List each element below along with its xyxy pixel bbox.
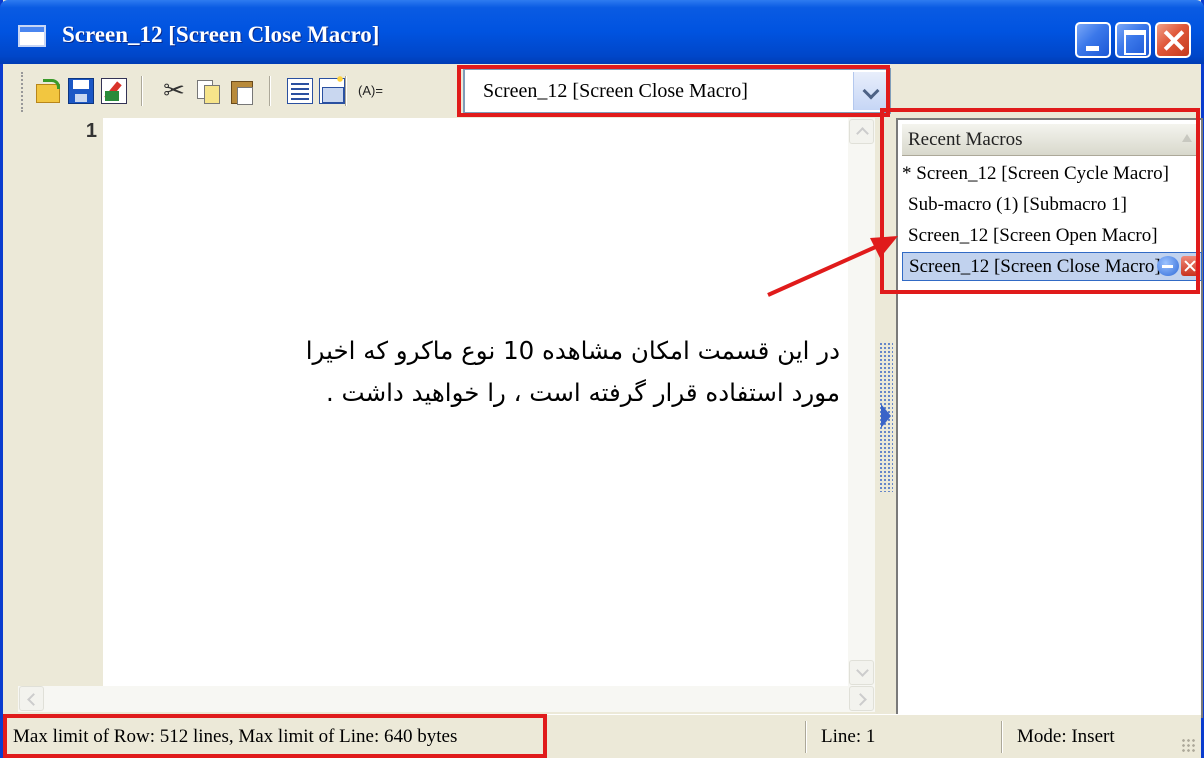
close-button[interactable] bbox=[1155, 22, 1191, 58]
annotation-text: در این قسمت امکان مشاهده 10 نوع ماکرو که… bbox=[170, 330, 840, 414]
properties-icon[interactable] bbox=[319, 73, 346, 104]
maximize-button[interactable] bbox=[1115, 22, 1151, 58]
status-separator bbox=[805, 721, 807, 753]
open-icon[interactable] bbox=[35, 78, 61, 104]
highlight-recent-macros bbox=[880, 108, 1200, 294]
resize-grip-icon[interactable] bbox=[1181, 738, 1197, 754]
copy-icon[interactable] bbox=[195, 78, 221, 104]
status-mode: Mode: Insert bbox=[1017, 726, 1115, 747]
minimize-button[interactable] bbox=[1075, 22, 1111, 58]
scroll-down-icon[interactable] bbox=[849, 660, 874, 685]
vertical-scrollbar[interactable] bbox=[848, 118, 875, 686]
annotation-line-2: مورد استفاده قرار گرفته است ، را خواهید … bbox=[325, 378, 840, 407]
cut-icon[interactable]: ✂ bbox=[161, 78, 187, 104]
paste-icon[interactable] bbox=[229, 78, 255, 105]
highlight-status-limits bbox=[3, 714, 547, 758]
save-icon[interactable] bbox=[68, 78, 94, 104]
scroll-right-icon[interactable] bbox=[849, 686, 874, 711]
annotation-line-1: در این قسمت امکان مشاهده 10 نوع ماکرو که… bbox=[305, 336, 840, 365]
list-icon[interactable] bbox=[287, 78, 313, 104]
line-number-gutter: 1 bbox=[18, 118, 103, 686]
toolbar-grip[interactable] bbox=[21, 72, 25, 112]
status-line: Line: 1 bbox=[821, 726, 876, 747]
window-title: Screen_12 [Screen Close Macro] bbox=[62, 22, 380, 47]
status-separator bbox=[1001, 721, 1003, 753]
expand-arrow-icon[interactable] bbox=[881, 404, 891, 428]
title-bar[interactable]: Screen_12 [Screen Close Macro] bbox=[0, 0, 1204, 64]
variable-icon[interactable]: (A)= bbox=[358, 78, 394, 104]
toolbar-separator bbox=[345, 76, 347, 106]
line-number: 1 bbox=[85, 120, 97, 142]
scroll-up-icon[interactable] bbox=[849, 119, 874, 144]
scroll-left-icon[interactable] bbox=[19, 686, 44, 711]
horizontal-scrollbar[interactable] bbox=[18, 686, 875, 712]
toolbar-separator bbox=[269, 76, 271, 106]
highlight-macro-select bbox=[457, 65, 890, 117]
window-icon bbox=[18, 25, 46, 47]
edit-icon[interactable] bbox=[101, 78, 127, 104]
toolbar-separator bbox=[141, 76, 143, 106]
